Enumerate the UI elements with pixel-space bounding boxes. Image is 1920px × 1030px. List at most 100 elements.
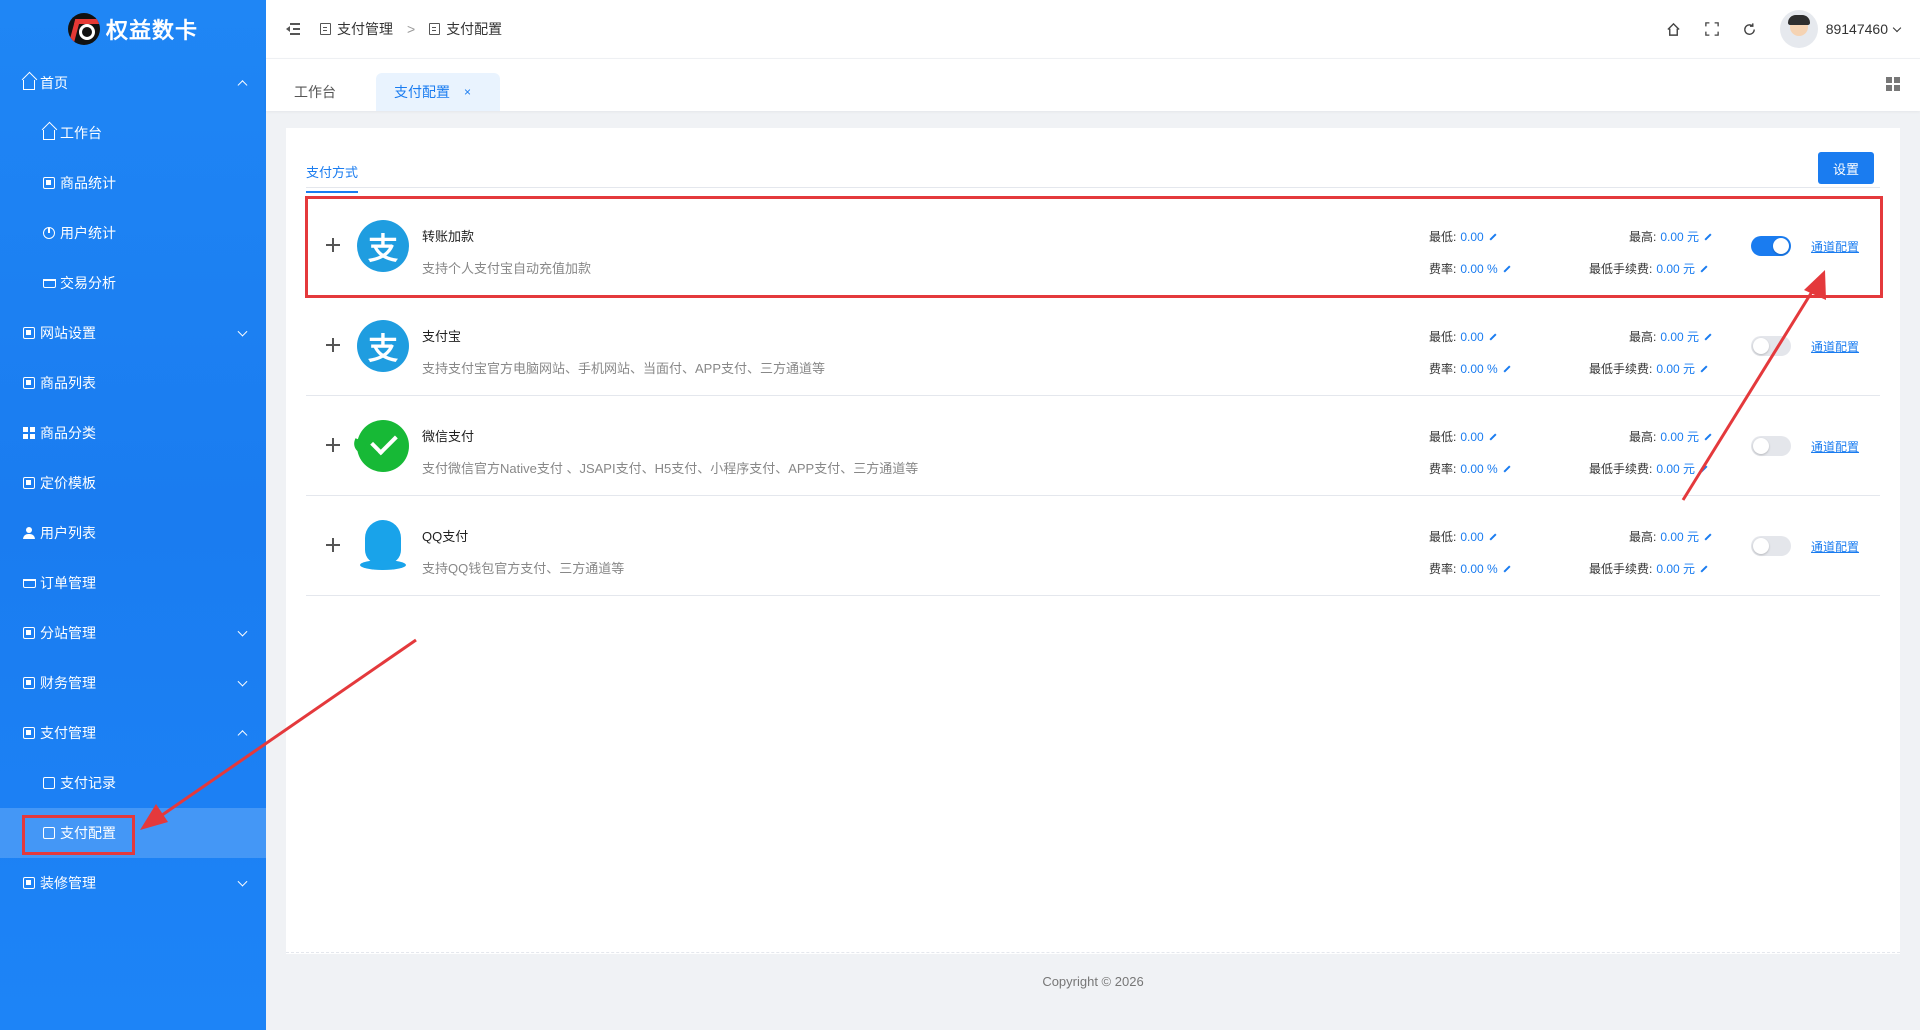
app-title: 权益数卡 (105, 18, 198, 43)
tab-label: 工作台 (294, 84, 336, 100)
rate-value: 0.00 % (1460, 362, 1498, 376)
breadcrumb-item[interactable]: 支付配置 (446, 19, 502, 39)
edit-icon[interactable] (1489, 433, 1497, 441)
min-fee[interactable]: 最低手续费: 0.00 元 (1589, 360, 1708, 377)
tab-workbench[interactable]: 工作台 (276, 73, 354, 111)
drag-handle-icon[interactable] (326, 338, 340, 352)
sidebar-item-finance[interactable]: 财务管理 (0, 658, 266, 708)
fullscreen-icon[interactable] (1704, 21, 1720, 37)
rate[interactable]: 费率: 0.00 % (1429, 460, 1511, 477)
chevron-down-icon (1892, 23, 1902, 33)
drag-handle-icon[interactable] (326, 538, 340, 552)
sidebar-item-trade-analysis[interactable]: 交易分析 (0, 258, 266, 308)
sidebar-item-home[interactable]: 首页 (0, 58, 266, 108)
min-fee-value: 0.00 元 (1656, 462, 1696, 476)
store-icon (22, 626, 36, 640)
tab-payment-methods[interactable]: 支付方式 (306, 162, 359, 193)
min-value: 0.00 (1460, 530, 1484, 544)
sidebar-item-product-category[interactable]: 商品分类 (0, 408, 266, 458)
min-amount[interactable]: 最低: 0.00 (1429, 528, 1497, 545)
rate[interactable]: 费率: 0.00 % (1429, 360, 1511, 377)
edit-icon[interactable] (1503, 365, 1511, 373)
min-fee-label: 最低手续费: (1589, 462, 1653, 476)
sidebar-item-payment[interactable]: 支付管理 (0, 708, 266, 758)
sidebar-nav: 首页 工作台 商品统计 用户统计 交易分析 网站设置 商品列表 商品分类 定价模… (0, 58, 266, 908)
sidebar-item-user-stats[interactable]: 用户统计 (0, 208, 266, 258)
min-fee-value: 0.00 元 (1656, 562, 1696, 576)
channel-config-link[interactable]: 通道配置 (1811, 338, 1859, 355)
sidebar-item-label: 支付管理 (40, 725, 96, 741)
edit-icon[interactable] (1700, 565, 1708, 573)
edit-icon[interactable] (1704, 333, 1712, 341)
refresh-icon[interactable] (1742, 21, 1758, 37)
chevron-up-icon (237, 730, 248, 741)
min-value: 0.00 (1460, 430, 1484, 444)
sidebar-item-label: 装修管理 (40, 875, 96, 891)
sidebar-item-label: 用户列表 (40, 525, 96, 541)
edit-icon[interactable] (1489, 533, 1497, 541)
sidebar-item-substation[interactable]: 分站管理 (0, 608, 266, 658)
edit-icon[interactable] (1503, 465, 1511, 473)
settings-button[interactable]: 设置 (1818, 152, 1874, 184)
logo-mark-icon (67, 13, 100, 45)
close-icon[interactable]: × (464, 85, 471, 99)
payment-method-row: 微信支付 支付微信官方Native支付 、JSAPI支付、H5支付、小程序支付、… (306, 396, 1880, 496)
min-fee[interactable]: 最低手续费: 0.00 元 (1589, 460, 1708, 477)
home-icon[interactable] (1666, 21, 1682, 37)
sidebar-item-product-stats[interactable]: 商品统计 (0, 158, 266, 208)
sidebar-item-label: 商品分类 (40, 425, 96, 441)
max-amount[interactable]: 最高: 0.00 元 (1629, 328, 1712, 345)
copyright-footer: Copyright © 2026 (1042, 974, 1144, 989)
max-amount[interactable]: 最高: 0.00 元 (1629, 528, 1712, 545)
tabs-menu-icon[interactable] (1886, 77, 1900, 91)
sidebar-item-orders[interactable]: 订单管理 (0, 558, 266, 608)
edit-icon[interactable] (1700, 365, 1708, 373)
sidebar-item-site-settings[interactable]: 网站设置 (0, 308, 266, 358)
min-amount[interactable]: 最低: 0.00 (1429, 428, 1497, 445)
breadcrumb-item[interactable]: 支付管理 (337, 19, 393, 39)
edit-icon[interactable] (1489, 333, 1497, 341)
sidebar-item-label: 商品统计 (60, 175, 116, 191)
min-amount[interactable]: 最低: 0.00 (1429, 328, 1497, 345)
doc-icon (429, 23, 441, 35)
channel-config-link[interactable]: 通道配置 (1811, 538, 1859, 555)
tab-label: 支付配置 (394, 84, 450, 100)
sidebar-item-decoration[interactable]: 装修管理 (0, 858, 266, 908)
edit-icon[interactable] (1503, 565, 1511, 573)
enable-toggle[interactable] (1751, 336, 1791, 356)
list-icon (22, 376, 36, 390)
channel-config-link[interactable]: 通道配置 (1811, 438, 1859, 455)
method-name: 微信支付 (422, 429, 475, 444)
sidebar-item-workbench[interactable]: 工作台 (0, 108, 266, 158)
tab-payment-config[interactable]: 支付配置 × (376, 73, 500, 111)
app-logo[interactable]: 权益数卡 (0, 0, 266, 58)
collapse-menu-icon[interactable] (286, 23, 300, 35)
rate-value: 0.00 % (1460, 462, 1498, 476)
avatar[interactable] (1779, 10, 1818, 48)
sidebar-item-product-list[interactable]: 商品列表 (0, 358, 266, 408)
template-icon (22, 476, 36, 490)
max-amount[interactable]: 最高: 0.00 元 (1629, 428, 1712, 445)
edit-icon[interactable] (1704, 433, 1712, 441)
sidebar-item-user-list[interactable]: 用户列表 (0, 508, 266, 558)
min-fee[interactable]: 最低手续费: 0.00 元 (1589, 560, 1708, 577)
enable-toggle[interactable] (1751, 436, 1791, 456)
sidebar-item-pricing-template[interactable]: 定价模板 (0, 458, 266, 508)
sidebar-item-label: 用户统计 (60, 225, 116, 241)
method-description: 支付微信官方Native支付 、JSAPI支付、H5支付、小程序支付、APP支付… (422, 461, 919, 476)
chevron-down-icon (237, 676, 248, 687)
max-label: 最高: (1629, 330, 1657, 344)
doc-icon (320, 23, 331, 35)
enable-toggle[interactable] (1751, 536, 1791, 556)
rate-label: 费率: (1429, 362, 1457, 376)
user-menu[interactable]: 89147460 (1826, 21, 1902, 37)
edit-icon[interactable] (1700, 465, 1708, 473)
max-label: 最高: (1629, 430, 1657, 444)
user-icon (22, 526, 36, 540)
drag-handle-icon[interactable] (326, 438, 340, 452)
sidebar-item-payment-records[interactable]: 支付记录 (0, 758, 266, 808)
min-fee-label: 最低手续费: (1589, 362, 1653, 376)
rate[interactable]: 费率: 0.00 % (1429, 560, 1511, 577)
payment-method-row: QQ支付 支持QQ钱包官方支付、三方通道等 最低: 0.00 费率: 0.00 % … (306, 496, 1880, 596)
edit-icon[interactable] (1704, 533, 1712, 541)
